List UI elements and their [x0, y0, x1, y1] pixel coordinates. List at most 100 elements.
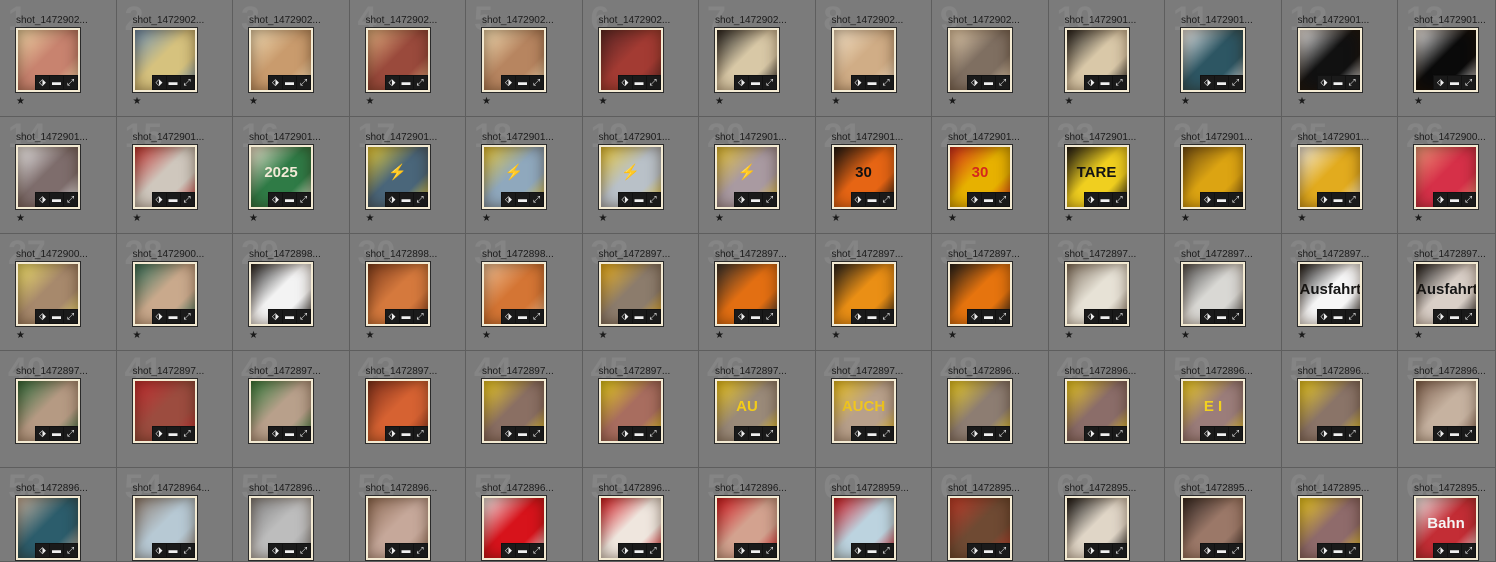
comment-icon[interactable]: ▬	[865, 544, 879, 557]
develop-edit-icon[interactable]: ⤢	[180, 544, 194, 557]
grid-cell[interactable]: 58 shot_1472896... ⬗ ▬ ⤢	[582, 468, 699, 562]
tag-icon[interactable]: ⬗	[36, 193, 49, 206]
tag-icon[interactable]: ⬗	[385, 427, 399, 440]
grid-cell[interactable]: 16 shot_1472901... 2025 ⬗ ▬ ⤢ ★	[233, 117, 350, 234]
develop-edit-icon[interactable]: ⤢	[996, 310, 1009, 323]
grid-cell[interactable]: 62 shot_1472895... ⬗ ▬ ⤢	[1048, 468, 1165, 562]
star-rating[interactable]: ★	[366, 96, 375, 107]
tag-icon[interactable]: ⬗	[618, 76, 632, 89]
comment-icon[interactable]: ▬	[1331, 193, 1345, 206]
develop-edit-icon[interactable]: ⤢	[530, 193, 543, 206]
comment-icon[interactable]: ▬	[283, 76, 296, 89]
develop-edit-icon[interactable]: ⤢	[1112, 427, 1126, 440]
comment-icon[interactable]: ▬	[50, 544, 63, 557]
star-rating[interactable]: ★	[599, 96, 608, 107]
photo-thumbnail[interactable]: ⬗ ▬ ⤢	[598, 379, 663, 443]
photo-thumbnail[interactable]: Bahn ⬗ ▬ ⤢	[1414, 496, 1478, 560]
grid-cell[interactable]: 55 shot_1472896... ⬗ ▬ ⤢	[233, 468, 350, 562]
star-rating[interactable]: ★	[249, 96, 258, 107]
grid-cell[interactable]: 23 shot_1472901... TARE ⬗ ▬ ⤢ ★	[1048, 117, 1165, 234]
develop-edit-icon[interactable]: ⤢	[180, 427, 194, 440]
develop-edit-icon[interactable]: ⤢	[64, 310, 77, 323]
comment-icon[interactable]: ▬	[865, 193, 879, 206]
tag-icon[interactable]: ⬗	[1201, 544, 1214, 557]
grid-cell[interactable]: 64 shot_1472895... ⬗ ▬ ⤢	[1281, 468, 1398, 562]
grid-cell[interactable]: 4 shot_1472902... ⬗ ▬ ⤢ ★	[349, 0, 466, 117]
tag-icon[interactable]: ⬗	[851, 544, 865, 557]
comment-icon[interactable]: ▬	[749, 76, 762, 89]
photo-thumbnail[interactable]: ⬗ ▬ ⤢	[365, 496, 430, 560]
photo-thumbnail[interactable]: ⬗ ▬ ⤢	[16, 262, 80, 326]
comment-icon[interactable]: ▬	[516, 310, 529, 323]
develop-edit-icon[interactable]: ⤢	[1345, 427, 1359, 440]
comment-icon[interactable]: ▬	[399, 193, 413, 206]
grid-cell[interactable]: 29 shot_1472898... ⬗ ▬ ⤢ ★	[233, 234, 350, 351]
tag-icon[interactable]: ⬗	[269, 427, 282, 440]
develop-edit-icon[interactable]: ⤢	[763, 193, 776, 206]
comment-icon[interactable]: ▬	[1098, 76, 1112, 89]
grid-cell[interactable]: 37 shot_1472897... ⬗ ▬ ⤢ ★	[1165, 234, 1282, 351]
comment-icon[interactable]: ▬	[632, 427, 646, 440]
comment-icon[interactable]: ▬	[283, 427, 296, 440]
star-rating[interactable]: ★	[133, 213, 142, 224]
develop-edit-icon[interactable]: ⤢	[1345, 193, 1359, 206]
grid-cell[interactable]: 15 shot_1472901... ⬗ ▬ ⤢ ★	[116, 117, 233, 234]
comment-icon[interactable]: ▬	[399, 544, 413, 557]
comment-icon[interactable]: ▬	[283, 193, 296, 206]
tag-icon[interactable]: ⬗	[36, 76, 49, 89]
comment-icon[interactable]: ▬	[632, 193, 646, 206]
develop-edit-icon[interactable]: ⤢	[1462, 427, 1475, 440]
star-rating[interactable]: ★	[1414, 96, 1423, 107]
develop-edit-icon[interactable]: ⤢	[297, 193, 310, 206]
photo-thumbnail[interactable]: ⚡ ⬗ ▬ ⤢	[365, 145, 430, 209]
tag-icon[interactable]: ⬗	[152, 427, 166, 440]
photo-thumbnail[interactable]: ⬗ ▬ ⤢	[831, 262, 896, 326]
star-rating[interactable]: ★	[715, 330, 724, 341]
develop-edit-icon[interactable]: ⤢	[530, 427, 543, 440]
develop-edit-icon[interactable]: ⤢	[879, 427, 893, 440]
grid-cell[interactable]: 8 shot_1472902... ⬗ ▬ ⤢ ★	[815, 0, 932, 117]
photo-thumbnail[interactable]: ⬗ ▬ ⤢	[1181, 145, 1245, 209]
develop-edit-icon[interactable]: ⤢	[64, 544, 77, 557]
tag-icon[interactable]: ⬗	[1201, 427, 1214, 440]
comment-icon[interactable]: ▬	[749, 544, 762, 557]
develop-edit-icon[interactable]: ⤢	[180, 193, 194, 206]
comment-icon[interactable]: ▬	[982, 76, 995, 89]
tag-icon[interactable]: ⬗	[269, 544, 282, 557]
photo-thumbnail[interactable]: ⬗ ▬ ⤢	[1064, 28, 1129, 92]
develop-edit-icon[interactable]: ⤢	[879, 193, 893, 206]
tag-icon[interactable]: ⬗	[385, 544, 399, 557]
develop-edit-icon[interactable]: ⤢	[1345, 544, 1359, 557]
develop-edit-icon[interactable]: ⤢	[1345, 76, 1359, 89]
develop-edit-icon[interactable]: ⤢	[413, 193, 427, 206]
photo-thumbnail[interactable]: E I ⬗ ▬ ⤢	[1181, 379, 1245, 443]
grid-cell[interactable]: 48 shot_1472896... ⬗ ▬ ⤢	[932, 351, 1049, 468]
tag-icon[interactable]: ⬗	[1317, 310, 1331, 323]
grid-cell[interactable]: 35 shot_1472897... ⬗ ▬ ⤢ ★	[932, 234, 1049, 351]
photo-thumbnail[interactable]: ⬗ ▬ ⤢	[715, 28, 779, 92]
photo-thumbnail[interactable]: ⬗ ▬ ⤢	[482, 262, 546, 326]
photo-thumbnail[interactable]: 30 ⬗ ▬ ⤢	[948, 145, 1012, 209]
develop-edit-icon[interactable]: ⤢	[1112, 544, 1126, 557]
comment-icon[interactable]: ▬	[749, 427, 762, 440]
photo-thumbnail[interactable]: ⬗ ▬ ⤢	[831, 496, 896, 560]
grid-cell[interactable]: 7 shot_1472902... ⬗ ▬ ⤢ ★	[699, 0, 816, 117]
tag-icon[interactable]: ⬗	[385, 76, 399, 89]
photo-thumbnail[interactable]: ⬗ ▬ ⤢	[1181, 496, 1245, 560]
photo-thumbnail[interactable]: ⬗ ▬ ⤢	[249, 496, 313, 560]
photo-thumbnail[interactable]: ⬗ ▬ ⤢	[1414, 379, 1478, 443]
grid-cell[interactable]: 17 shot_1472901... ⚡ ⬗ ▬ ⤢ ★	[349, 117, 466, 234]
comment-icon[interactable]: ▬	[982, 544, 995, 557]
comment-icon[interactable]: ▬	[632, 310, 646, 323]
develop-edit-icon[interactable]: ⤢	[530, 310, 543, 323]
comment-icon[interactable]: ▬	[865, 310, 879, 323]
tag-icon[interactable]: ⬗	[1201, 310, 1214, 323]
develop-edit-icon[interactable]: ⤢	[297, 427, 310, 440]
comment-icon[interactable]: ▬	[749, 310, 762, 323]
develop-edit-icon[interactable]: ⤢	[530, 544, 543, 557]
tag-icon[interactable]: ⬗	[1084, 427, 1098, 440]
comment-icon[interactable]: ▬	[1215, 310, 1228, 323]
tag-icon[interactable]: ⬗	[851, 427, 865, 440]
comment-icon[interactable]: ▬	[1215, 544, 1228, 557]
develop-edit-icon[interactable]: ⤢	[1229, 76, 1242, 89]
